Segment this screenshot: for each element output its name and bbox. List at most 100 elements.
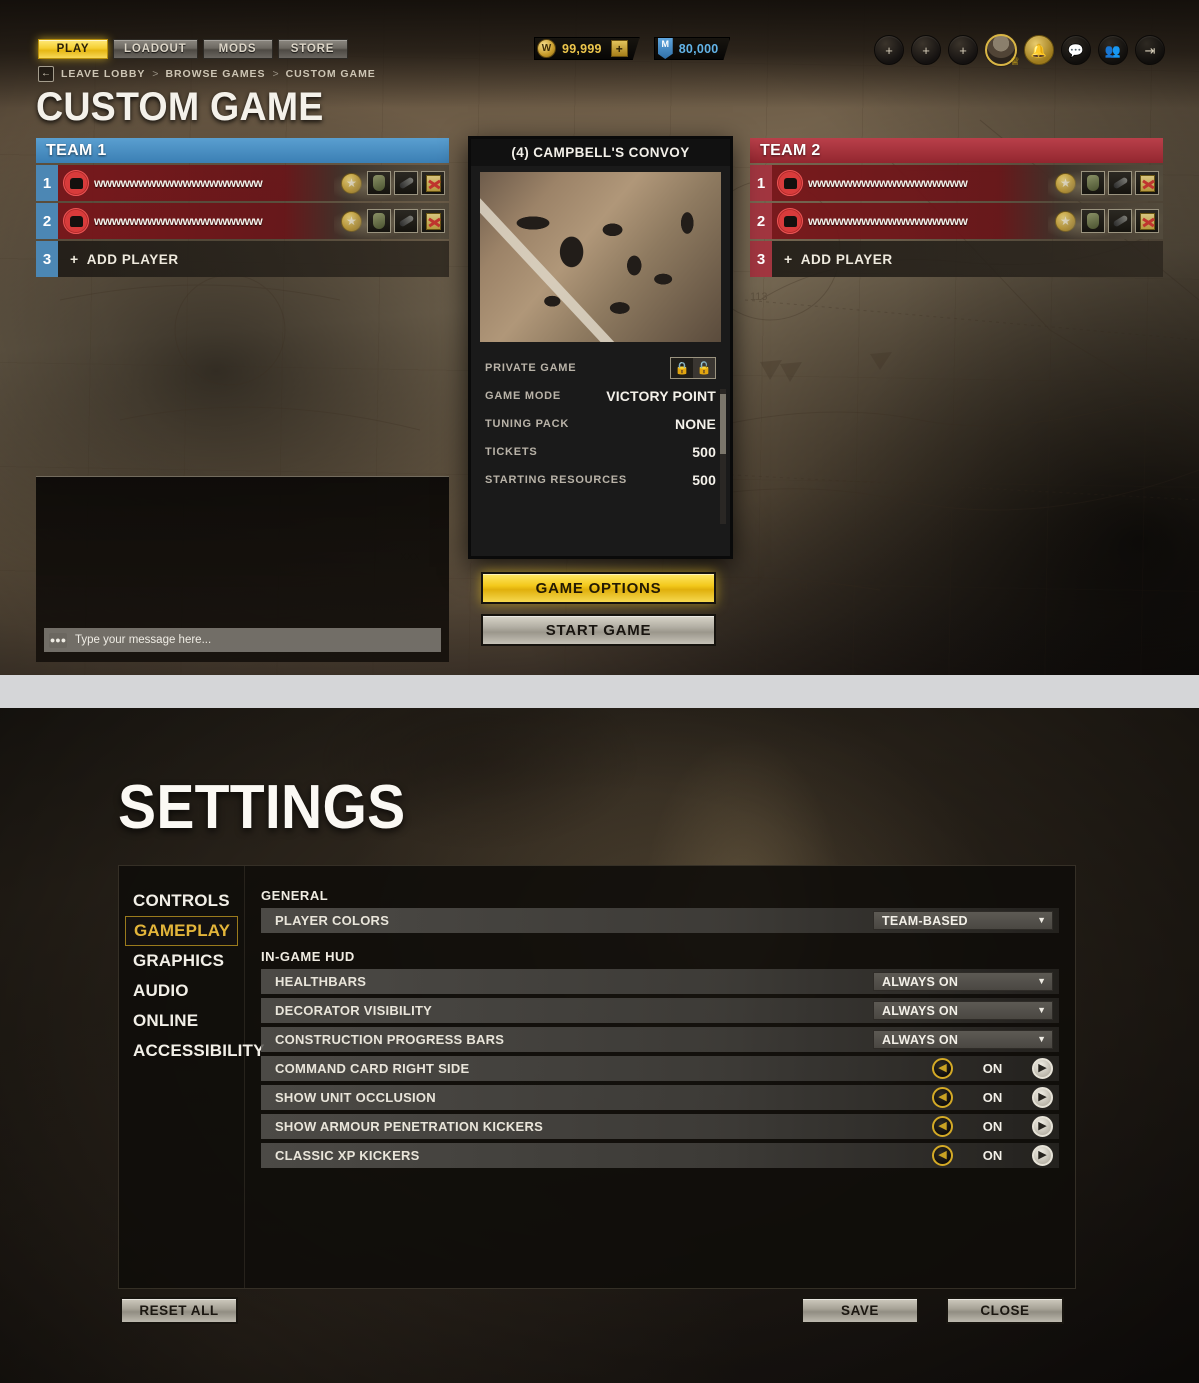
team-2-slot-number-3: 3 <box>750 241 772 277</box>
sidebar-item-graphics[interactable]: GRAPHICS <box>125 946 238 976</box>
setting-row-classic-xp-kickers[interactable]: CLASSIC XP KICKERS ◀ ON ▶ <box>261 1143 1059 1168</box>
breadcrumb-separator-1: > <box>152 68 159 80</box>
setting-row-show-unit-occlusion[interactable]: SHOW UNIT OCCLUSION ◀ ON ▶ <box>261 1085 1059 1110</box>
arrow-left-icon[interactable]: ◀ <box>932 1058 953 1079</box>
table-row[interactable]: 1 wwwwwwwwwwwwwwwwwww ★ <box>36 165 449 201</box>
grenade-item-icon[interactable] <box>367 209 391 233</box>
classic-xp-kickers-stepper[interactable]: ◀ ON ▶ <box>932 1145 1053 1166</box>
setting-row-show-armour-penetration-kickers[interactable]: SHOW ARMOUR PENETRATION KICKERS ◀ ON ▶ <box>261 1114 1059 1139</box>
grenade-item-icon[interactable] <box>367 171 391 195</box>
player-faction-icon <box>63 170 89 196</box>
arrow-right-icon[interactable]: ▶ <box>1032 1087 1053 1108</box>
game-options-button[interactable]: GAME OPTIONS <box>481 572 716 604</box>
arrow-right-icon[interactable]: ▶ <box>1032 1145 1053 1166</box>
command-card-right-side-stepper[interactable]: ◀ ON ▶ <box>932 1058 1053 1079</box>
starting-resources-value: 500 <box>692 472 716 488</box>
crest-item-icon[interactable] <box>421 209 445 233</box>
reset-all-button[interactable]: RESET ALL <box>120 1297 238 1324</box>
bazooka-item-icon[interactable] <box>1108 171 1132 195</box>
friends-icon[interactable]: 👥 <box>1098 35 1128 65</box>
add-war-funds-button[interactable]: + <box>611 40 628 57</box>
close-button[interactable]: CLOSE <box>946 1297 1064 1324</box>
setting-row-command-card-right-side[interactable]: COMMAND CARD RIGHT SIDE ◀ ON ▶ <box>261 1056 1059 1081</box>
svg-text:34: 34 <box>796 581 808 593</box>
player-colors-dropdown[interactable]: TEAM-BASED ▼ <box>873 911 1053 930</box>
save-button[interactable]: SAVE <box>801 1297 919 1324</box>
bell-icon[interactable]: 🔔 <box>1024 35 1054 65</box>
setting-starting-resources[interactable]: STARTING RESOURCES 500 <box>485 466 716 494</box>
map-settings-scrollbar-thumb[interactable] <box>720 394 726 454</box>
breadcrumb-browse-games[interactable]: BROWSE GAMES <box>165 68 265 80</box>
arrow-right-icon[interactable]: ▶ <box>1032 1116 1053 1137</box>
lock-open-icon[interactable]: 🔓 <box>693 358 715 378</box>
bazooka-item-icon[interactable] <box>394 171 418 195</box>
arrow-left-icon[interactable]: ◀ <box>932 1087 953 1108</box>
settings-category-sidebar: CONTROLS GAMEPLAY GRAPHICS AUDIO ONLINE … <box>119 866 264 1288</box>
team-1-header: TEAM 1 <box>36 138 449 163</box>
chat-input[interactable]: ●●● Type your message here... <box>44 628 441 652</box>
setting-row-healthbars[interactable]: HEALTHBARS ALWAYS ON ▼ <box>261 969 1059 994</box>
chevron-down-icon: ▼ <box>1037 915 1046 925</box>
show-unit-occlusion-stepper[interactable]: ◀ ON ▶ <box>932 1087 1053 1108</box>
arrow-left-icon[interactable]: ◀ <box>932 1145 953 1166</box>
show-armour-penetration-kickers-label: SHOW ARMOUR PENETRATION KICKERS <box>275 1119 544 1134</box>
lock-closed-icon[interactable]: 🔒 <box>671 358 693 378</box>
breadcrumb-leave-lobby[interactable]: LEAVE LOBBY <box>61 68 145 80</box>
nav-tab-mods[interactable]: MODS <box>202 39 273 59</box>
sidebar-item-audio[interactable]: AUDIO <box>125 976 238 1006</box>
grenade-item-icon[interactable] <box>1081 209 1105 233</box>
add-icon-2[interactable]: + <box>911 35 941 65</box>
setting-tuning-pack[interactable]: TUNING PACK NONE <box>485 410 716 438</box>
chevron-down-icon: ▼ <box>1037 1034 1046 1044</box>
show-armour-penetration-kickers-stepper[interactable]: ◀ ON ▶ <box>932 1116 1053 1137</box>
bazooka-item-icon[interactable] <box>394 209 418 233</box>
team-1-add-player-row[interactable]: 3 + ADD PLAYER <box>36 241 449 277</box>
setting-row-construction-progress-bars[interactable]: CONSTRUCTION PROGRESS BARS ALWAYS ON ▼ <box>261 1027 1059 1052</box>
crest-item-icon[interactable] <box>421 171 445 195</box>
nav-tab-play[interactable]: PLAY <box>38 39 108 59</box>
crest-item-icon[interactable] <box>1135 171 1159 195</box>
setting-row-player-colors[interactable]: PLAYER COLORS TEAM-BASED ▼ <box>261 908 1059 933</box>
sidebar-item-gameplay[interactable]: GAMEPLAY <box>125 916 238 946</box>
top-right-icon-bar: + + + ♕ 🔔 💬 👥 ⇥ <box>874 34 1165 68</box>
player-loadout[interactable] <box>1081 171 1159 195</box>
healthbars-dropdown[interactable]: ALWAYS ON ▼ <box>873 972 1053 991</box>
team-2-add-player-row[interactable]: 3 + ADD PLAYER <box>750 241 1163 277</box>
private-game-lock-toggle[interactable]: 🔒 🔓 <box>670 357 716 379</box>
crest-item-icon[interactable] <box>1135 209 1159 233</box>
player-loadout[interactable] <box>367 171 445 195</box>
tickets-value: 500 <box>692 444 716 460</box>
sidebar-item-online[interactable]: ONLINE <box>125 1006 238 1036</box>
back-arrow-icon[interactable]: ← <box>38 66 54 82</box>
decorator-visibility-dropdown[interactable]: ALWAYS ON ▼ <box>873 1001 1053 1020</box>
breadcrumb-separator-2: > <box>272 68 279 80</box>
player-loadout[interactable] <box>367 209 445 233</box>
add-icon-1[interactable]: + <box>874 35 904 65</box>
setting-tickets[interactable]: TICKETS 500 <box>485 438 716 466</box>
arrow-left-icon[interactable]: ◀ <box>932 1116 953 1137</box>
arrow-right-icon[interactable]: ▶ <box>1032 1058 1053 1079</box>
sidebar-item-accessibility[interactable]: ACCESSIBILITY <box>125 1036 264 1066</box>
table-row[interactable]: 1 wwwwwwwwwwwwwwwwww ★ <box>750 165 1163 201</box>
map-preview-thumbnail[interactable] <box>480 172 721 342</box>
nav-tab-store[interactable]: STORE <box>277 39 348 59</box>
grenade-item-icon[interactable] <box>1081 171 1105 195</box>
start-game-button[interactable]: START GAME <box>481 614 716 646</box>
profile-avatar[interactable]: ♕ <box>985 34 1020 68</box>
bazooka-item-icon[interactable] <box>1108 209 1132 233</box>
table-row[interactable]: 2 wwwwwwwwwwwwwwwwww ★ <box>750 203 1163 239</box>
player-loadout[interactable] <box>1081 209 1159 233</box>
setting-game-mode[interactable]: GAME MODE VICTORY POINT <box>485 382 716 410</box>
logout-icon[interactable]: ⇥ <box>1135 35 1165 65</box>
crown-icon: ♕ <box>1010 56 1020 68</box>
table-row[interactable]: 2 wwwwwwwwwwwwwwwwwww ★ <box>36 203 449 239</box>
add-icon-3[interactable]: + <box>948 35 978 65</box>
construction-progress-bars-dropdown[interactable]: ALWAYS ON ▼ <box>873 1030 1053 1049</box>
chat-icon[interactable]: 💬 <box>1061 35 1091 65</box>
nav-tab-loadout[interactable]: LOADOUT <box>113 39 198 59</box>
sidebar-item-controls[interactable]: CONTROLS <box>125 886 238 916</box>
settings-group-heading-hud: IN-GAME HUD <box>261 949 355 964</box>
screenshot-separator <box>0 675 1199 708</box>
setting-private-game[interactable]: PRIVATE GAME 🔒 🔓 <box>485 354 716 382</box>
setting-row-decorator-visibility[interactable]: DECORATOR VISIBILITY ALWAYS ON ▼ <box>261 998 1059 1023</box>
